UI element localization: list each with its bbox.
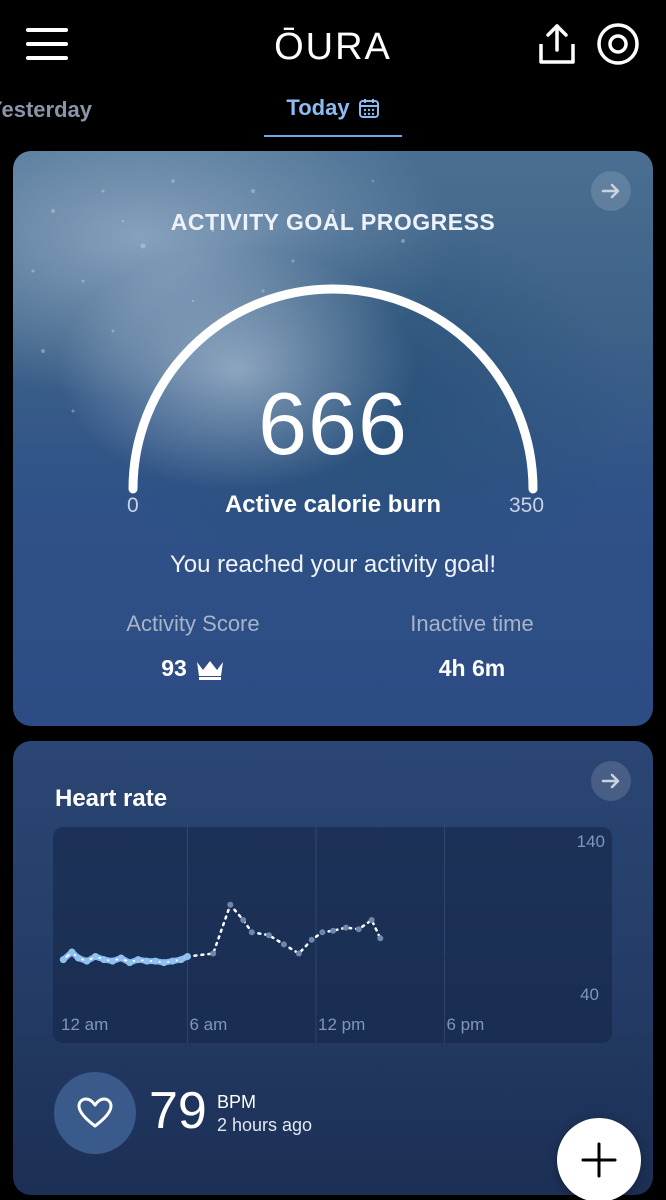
bpm-time-ago: 2 hours ago	[217, 1115, 313, 1135]
activity-card-title: ACTIVITY GOAL PROGRESS	[170, 209, 496, 235]
heart-rate-point	[308, 936, 315, 943]
heart-rate-point	[377, 935, 384, 942]
heart-rate-chart-svg: 140 40 12 am 6 am 12 pm 6 pm	[59, 827, 605, 1043]
heart-rate-point	[160, 959, 168, 967]
heart-rate-point	[134, 956, 142, 964]
activity-goal-card[interactable]: ACTIVITY GOAL PROGRESS 666 0 350 Active …	[13, 151, 653, 726]
goal-reached-message: You reached your activity goal!	[170, 551, 496, 578]
tab-today[interactable]: Today	[264, 95, 402, 137]
heart-rate-point	[74, 954, 82, 962]
arrow-right-icon	[601, 773, 620, 789]
activity-detail-arrow-button[interactable]	[591, 171, 631, 211]
heart-rate-point	[319, 929, 326, 936]
add-button[interactable]	[557, 1118, 641, 1200]
heart-rate-point	[126, 959, 134, 967]
current-bpm-value: 79	[149, 1082, 207, 1140]
heart-rate-point	[68, 948, 76, 956]
heart-rate-point	[91, 953, 99, 960]
heart-rate-point	[330, 927, 337, 934]
heart-rate-title: Heart rate	[55, 785, 168, 812]
heart-rate-point	[184, 953, 191, 960]
x-axis-label: 12 pm	[318, 1015, 365, 1034]
heart-rate-point	[117, 954, 125, 962]
crown-icon	[196, 660, 223, 680]
date-tabs: Yesterday Today	[0, 95, 666, 140]
active-calorie-value: 666	[258, 374, 408, 473]
calendar-icon	[358, 99, 379, 118]
inactive-time-value: 4h 6m	[438, 655, 506, 681]
ring-icon[interactable]	[596, 22, 640, 66]
heart-icon	[77, 1097, 113, 1128]
heart-rate-point	[59, 956, 67, 964]
tab-today-label: Today	[286, 95, 350, 120]
activity-score-value: 93	[161, 655, 187, 681]
bpm-unit-label: BPM	[217, 1092, 257, 1112]
y-axis-bottom-label: 40	[580, 985, 599, 1004]
heart-rate-point	[265, 932, 272, 939]
top-bar: ŌURA	[0, 0, 666, 95]
heart-rate-point	[169, 957, 176, 965]
activity-score-label: Activity Score	[126, 611, 260, 636]
heart-rate-point	[280, 941, 287, 948]
heart-rate-point	[109, 957, 116, 965]
inactive-time-stat: Inactive time 4h 6m	[352, 611, 592, 682]
heart-rate-point	[177, 956, 185, 964]
x-axis-label: 6 am	[190, 1015, 228, 1034]
arrow-right-icon	[601, 183, 620, 199]
heart-rate-point	[210, 950, 217, 957]
heart-rate-detail-arrow-button[interactable]	[591, 761, 631, 801]
heart-icon-button[interactable]	[54, 1072, 136, 1154]
share-upload-icon[interactable]	[536, 22, 578, 66]
heart-rate-point	[355, 926, 362, 933]
x-axis-label: 6 pm	[447, 1015, 485, 1034]
heart-rate-card[interactable]: Heart rate 140 40 12 am 6 am 12 pm 6 pm 79 …	[13, 741, 653, 1195]
activity-score-value-row: 93	[73, 655, 313, 682]
heart-rate-point	[83, 957, 91, 965]
tab-yesterday[interactable]: Yesterday	[0, 97, 92, 123]
heart-rate-point	[343, 924, 349, 931]
heart-rate-chart: 140 40 12 am 6 am 12 pm 6 pm	[53, 827, 612, 1043]
heart-rate-point	[295, 950, 302, 957]
heart-rate-point	[143, 957, 151, 965]
inactive-time-label: Inactive time	[410, 611, 534, 636]
heart-rate-day-line	[186, 903, 382, 958]
heart-rate-point	[248, 929, 255, 936]
y-axis-top-label: 140	[577, 832, 605, 851]
plus-icon	[581, 1142, 617, 1178]
heart-rate-point	[368, 917, 375, 923]
heart-rate-point	[227, 901, 234, 908]
activity-score-stat: Activity Score 93	[73, 611, 313, 682]
heart-rate-point	[151, 957, 159, 965]
gauge-label: Active calorie burn	[224, 491, 442, 518]
heart-rate-point	[100, 956, 108, 964]
heart-rate-point	[240, 917, 247, 923]
x-axis-label: 12 am	[61, 1015, 108, 1034]
